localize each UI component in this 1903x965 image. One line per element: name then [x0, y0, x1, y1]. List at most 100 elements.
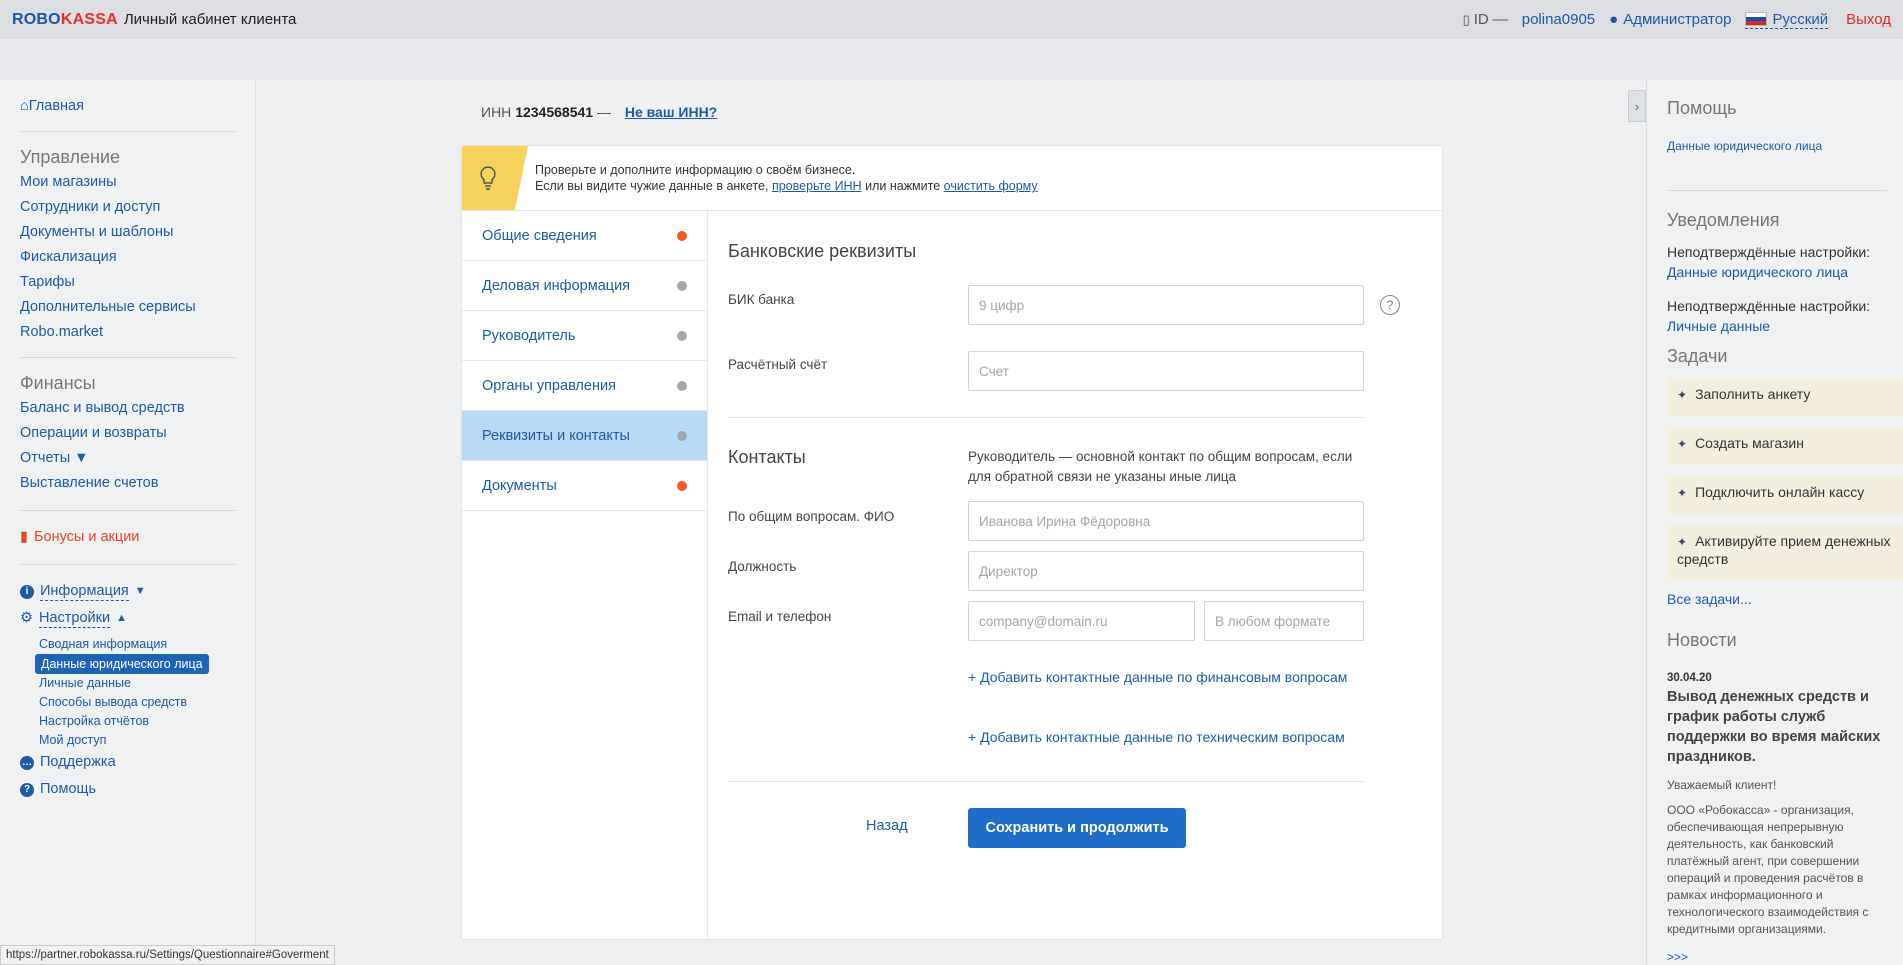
fio-label: По общим вопросам. ФИО: [728, 509, 895, 524]
tab-director[interactable]: Руководитель: [462, 311, 707, 361]
contacts-note: Руководитель — основной контакт по общим…: [968, 449, 1353, 484]
bik-label: БИК банка: [728, 292, 795, 307]
lightbulb-icon: [462, 146, 528, 210]
news-date: 30.04.20: [1667, 672, 1712, 684]
news-body: ООО «Робокасса» - организация, обеспечив…: [1667, 803, 1869, 936]
tab-business[interactable]: Деловая информация: [462, 261, 707, 311]
add-tech-contact-link[interactable]: + Добавить контактные данные по техничес…: [968, 729, 1345, 745]
cabinet-title: Личный кабинет клиента: [123, 11, 297, 28]
bik-input[interactable]: [968, 285, 1364, 325]
all-tasks-link[interactable]: Все задачи...: [1667, 591, 1752, 607]
news-more-link[interactable]: >>>: [1667, 950, 1688, 964]
news-headline[interactable]: Вывод денежных средств и график работы с…: [1667, 687, 1882, 767]
nav-tariffs[interactable]: Тарифы: [20, 270, 235, 295]
add-finance-contact-link[interactable]: + Добавить контактные данные по финансов…: [968, 669, 1347, 685]
task-item[interactable]: ✦ Активируйте прием денежных средств: [1667, 525, 1903, 581]
pin-icon: ✦: [1677, 437, 1688, 451]
divider: [728, 781, 1364, 782]
russia-flag-icon: [1745, 12, 1768, 26]
bookmark-icon: ▮: [20, 529, 28, 545]
nav-settings[interactable]: ⚙ Настройки ▲: [20, 606, 235, 631]
notification-legal-link[interactable]: Данные юридического лица: [1667, 264, 1848, 280]
language-selector[interactable]: Русский: [1745, 11, 1829, 29]
nav-withdrawal-methods[interactable]: Способы вывода средств: [39, 693, 235, 712]
task-item[interactable]: ✦ Подключить онлайн кассу: [1667, 476, 1903, 514]
pin-icon: ✦: [1677, 486, 1688, 500]
contacts-section-title: Контакты: [728, 447, 806, 467]
nav-information[interactable]: i Информация ▼: [20, 579, 235, 604]
login-link[interactable]: polina0905: [1522, 11, 1595, 28]
gear-icon: ⚙: [20, 610, 33, 626]
nav-invoices[interactable]: Выставление счетов: [20, 471, 235, 496]
nav-personal-data[interactable]: Личные данные: [39, 674, 235, 693]
tab-general[interactable]: Общие сведения: [462, 211, 707, 261]
email-phone-label: Email и телефон: [728, 609, 832, 624]
not-your-inn-link[interactable]: Не ваш ИНН?: [625, 104, 717, 120]
nav-documents[interactable]: Документы и шаблоны: [20, 220, 235, 245]
back-link[interactable]: Назад: [866, 818, 908, 834]
status-dot: [677, 330, 687, 341]
task-item[interactable]: ✦ Заполнить анкету: [1667, 378, 1903, 416]
nav-support[interactable]: … Поддержка: [20, 750, 235, 775]
help-legal-entity-link[interactable]: Данные юридического лица: [1667, 139, 1822, 153]
inn-value: 1234568541: [515, 104, 594, 120]
chevron-right-icon: ›: [1634, 98, 1640, 114]
tab-documents[interactable]: Документы: [462, 461, 707, 511]
divider: [20, 357, 236, 358]
check-inn-link[interactable]: проверьте ИНН: [772, 179, 862, 193]
save-continue-button[interactable]: Сохранить и продолжить: [968, 808, 1186, 848]
nav-legal-entity[interactable]: Данные юридического лица: [35, 654, 209, 674]
divider: [20, 564, 236, 565]
nav-home[interactable]: ⌂Главная: [20, 94, 235, 119]
clear-form-link[interactable]: очистить форму: [944, 179, 1038, 193]
email-input[interactable]: [968, 601, 1195, 641]
nav-employees[interactable]: Сотрудники и доступ: [20, 195, 235, 220]
fio-input[interactable]: [968, 501, 1364, 541]
divider: [728, 417, 1364, 418]
settings-submenu: Сводная информация Данные юридического л…: [35, 635, 235, 750]
nav-balance[interactable]: Баланс и вывод средств: [20, 396, 235, 421]
account-input[interactable]: [968, 351, 1364, 391]
section-tabs: Общие сведения Деловая информация Руково…: [462, 211, 708, 939]
nav-my-shops[interactable]: Мои магазины: [20, 170, 235, 195]
info-icon: i: [20, 584, 34, 599]
notifications-heading: Уведомления: [1667, 210, 1780, 230]
nav-fiscalization[interactable]: Фискализация: [20, 245, 235, 270]
news-greeting: Уважаемый клиент!: [1667, 778, 1777, 792]
nav-my-access[interactable]: Мой доступ: [39, 731, 235, 750]
logout-link[interactable]: Выход: [1846, 11, 1891, 28]
home-icon: ⌂: [20, 98, 29, 114]
nav-extra-services[interactable]: Дополнительные сервисы: [20, 295, 235, 320]
inn-line: ИНН 1234568541 — Не ваш ИНН?: [481, 104, 718, 120]
status-url-bar: https://partner.robokassa.ru/Settings/Qu…: [0, 945, 335, 965]
pin-icon: ✦: [1677, 535, 1688, 549]
help-icon[interactable]: ?: [1380, 295, 1400, 315]
help-heading: Помощь: [1667, 98, 1737, 118]
tab-requisites[interactable]: Реквизиты и контакты: [462, 411, 707, 461]
position-label: Должность: [728, 559, 797, 574]
status-dot: [677, 480, 687, 491]
user-icon: ●: [1609, 11, 1619, 28]
collapse-panel-button[interactable]: ›: [1628, 90, 1646, 122]
right-panel: Помощь Данные юридического лица Уведомле…: [1646, 80, 1903, 965]
position-input[interactable]: [968, 551, 1364, 591]
nav-summary[interactable]: Сводная информация: [39, 635, 235, 654]
task-item[interactable]: ✦ Создать магазин: [1667, 427, 1903, 465]
nav-bonus[interactable]: ▮ Бонусы и акции: [20, 525, 235, 550]
nav-help[interactable]: ? Помощь: [20, 777, 235, 802]
sub-bar: [0, 39, 1903, 80]
questionnaire-card: Проверьте и дополните информацию о своём…: [461, 145, 1443, 940]
notification-text: Неподтверждённые настройки:: [1667, 244, 1871, 260]
notification-personal-link[interactable]: Личные данные: [1667, 318, 1770, 334]
nav-reports[interactable]: Отчеты ▼: [20, 446, 235, 471]
robokassa-logo[interactable]: ROBOKASSA: [12, 11, 118, 29]
nav-robo-market[interactable]: Robo.market: [20, 320, 235, 345]
divider: [20, 131, 236, 132]
tab-governance[interactable]: Органы управления: [462, 361, 707, 411]
pin-icon: ✦: [1677, 388, 1688, 402]
nav-operations[interactable]: Операции и возвраты: [20, 421, 235, 446]
phone-input[interactable]: [1204, 601, 1364, 641]
role-link[interactable]: ● Администратор: [1609, 11, 1731, 28]
news-heading: Новости: [1667, 630, 1737, 650]
nav-report-settings[interactable]: Настройка отчётов: [39, 712, 235, 731]
